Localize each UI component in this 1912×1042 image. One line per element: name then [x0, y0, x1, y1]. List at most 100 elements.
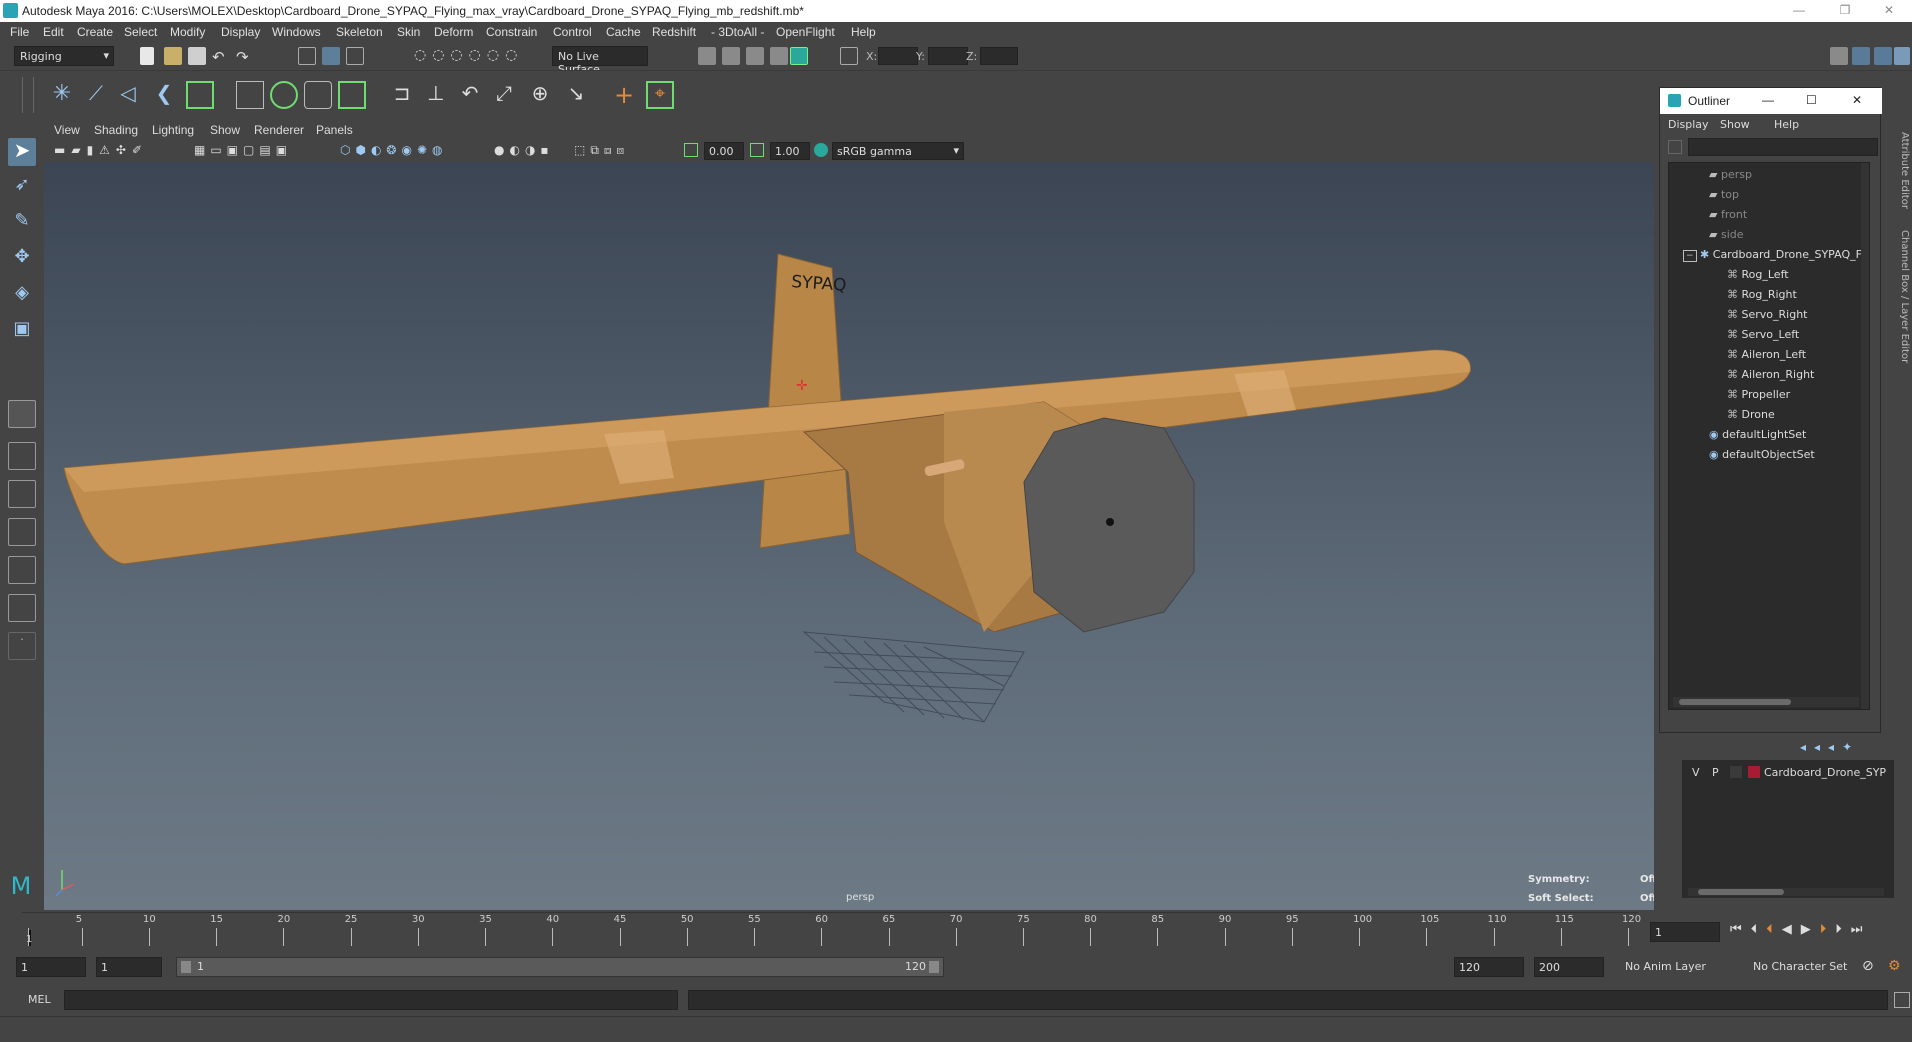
menu-display[interactable]: Display — [221, 25, 260, 39]
outliner-item-group[interactable]: − ✱ Cardboard_Drone_SYPAQ_F — [1683, 245, 1883, 265]
playback-start-field[interactable]: 1 — [96, 957, 162, 977]
outliner-item-default-light-set[interactable]: ◉ defaultLightSet — [1709, 425, 1909, 445]
outliner-maximize-button[interactable]: ☐ — [1806, 93, 1817, 107]
vp-menu-renderer[interactable]: Renderer — [254, 123, 304, 137]
redo-icon[interactable]: ↷ — [236, 48, 249, 66]
layer-row[interactable]: V P Cardboard_Drone_SYP — [1686, 764, 1892, 782]
aim-constraint-icon[interactable]: ⊕ — [526, 81, 554, 109]
perspective-viewport[interactable]: SYPAQ ✛ persp Symmetry: Off Soft Select:… — [44, 162, 1654, 910]
step-forward-key-icon[interactable]: ⏵ — [1820, 922, 1836, 937]
outliner-item-side[interactable]: ▰ side — [1709, 225, 1909, 245]
exposure-field[interactable]: 0.00 — [704, 142, 744, 160]
character-set-dropdown[interactable]: No Character Set — [1748, 957, 1868, 977]
step-back-icon[interactable]: ⏴ — [1751, 922, 1767, 937]
ipr-render-icon[interactable] — [722, 47, 740, 65]
rotate-tool-icon[interactable]: ◈ — [8, 282, 36, 310]
go-to-start-icon[interactable]: ⏮ — [1730, 922, 1751, 937]
persp-outliner-layout-icon[interactable] — [8, 480, 36, 508]
outliner-close-button[interactable]: ✕ — [1852, 93, 1862, 107]
lattice-icon[interactable] — [236, 81, 264, 109]
attribute-editor-toggle-icon[interactable] — [1852, 47, 1870, 65]
select-tool-icon[interactable]: ➤ — [8, 138, 36, 166]
attribute-editor-tab[interactable]: Attribute Editor — [1899, 132, 1910, 209]
scale-constraint-icon[interactable]: ⤢ — [490, 81, 518, 109]
tool-settings-toggle-icon[interactable] — [1874, 47, 1892, 65]
render-settings-icon[interactable] — [746, 47, 764, 65]
pole-vector-icon[interactable]: ↘ — [562, 81, 590, 109]
wrap-deformer-icon[interactable] — [304, 81, 332, 109]
ik-spline-icon[interactable]: ◁ — [114, 81, 142, 109]
menu-openflight[interactable]: OpenFlight — [776, 25, 835, 39]
outliner-hscrollbar[interactable] — [1673, 697, 1859, 707]
parent-constraint-icon[interactable]: ⊐ — [388, 81, 416, 109]
channel-box-toggle-icon[interactable] — [1894, 47, 1910, 65]
select-hierarchy-icon[interactable] — [298, 47, 316, 65]
menu-cache[interactable]: Cache — [606, 25, 641, 39]
script-language-label[interactable]: MEL — [28, 993, 51, 1006]
color-space-dropdown[interactable]: sRGB gamma ▾ — [832, 142, 964, 160]
layer-playback-toggle[interactable]: P — [1712, 766, 1719, 779]
gamma-icon[interactable] — [750, 143, 764, 157]
save-scene-icon[interactable] — [188, 47, 206, 65]
outliner-item-rog-right[interactable]: ⌘ Rog_Right — [1727, 285, 1912, 305]
scale-tool-icon[interactable]: ▣ — [8, 318, 36, 346]
transform-mode-icon[interactable] — [840, 47, 858, 65]
live-surface-field[interactable]: No Live Surface — [552, 46, 648, 76]
select-object-icon[interactable] — [322, 47, 340, 65]
step-back-key-icon[interactable]: ⏴ — [1766, 922, 1782, 937]
range-slider-start-handle[interactable] — [181, 961, 191, 973]
single-perspective-layout-icon[interactable] — [8, 400, 36, 428]
menu-redshift[interactable]: Redshift — [652, 25, 696, 39]
exposure-icon[interactable] — [684, 143, 698, 157]
point-constraint-icon[interactable]: ⊥ — [422, 81, 450, 109]
minimize-button[interactable]: — — [1776, 0, 1822, 22]
outliner-minimize-button[interactable]: — — [1762, 93, 1774, 107]
shading-mode-icons[interactable]: ⬡⬢◐❂◉✺◍ — [340, 143, 447, 157]
x-input[interactable] — [878, 47, 918, 65]
go-to-end-icon[interactable]: ⏭ — [1851, 922, 1872, 937]
anim-prefs-icon[interactable]: ⚙ — [1888, 958, 1901, 974]
playback-end-field[interactable]: 120 — [1454, 957, 1524, 977]
y-input[interactable] — [928, 47, 968, 65]
play-forward-icon[interactable]: ▶ — [1801, 922, 1820, 937]
outliner-layout-icon[interactable] — [8, 594, 36, 622]
close-button[interactable]: ✕ — [1866, 0, 1912, 22]
paint-select-icon[interactable]: ✎ — [8, 210, 36, 238]
new-scene-icon[interactable] — [140, 47, 154, 65]
bind-skin-icon[interactable] — [186, 81, 214, 109]
vp-menu-shading[interactable]: Shading — [94, 123, 138, 137]
outliner-menu-show[interactable]: Show — [1720, 118, 1750, 131]
menu-edit[interactable]: Edit — [43, 25, 64, 39]
vp-menu-show[interactable]: Show — [210, 123, 240, 137]
vp-menu-panels[interactable]: Panels — [316, 123, 353, 137]
outliner-vscrollbar[interactable] — [1861, 163, 1869, 709]
four-view-layout-icon[interactable] — [8, 442, 36, 470]
channel-box-tab[interactable]: Channel Box / Layer Editor — [1899, 230, 1910, 363]
time-slider[interactable]: 1 5 10 15 20 25 30 35 40 45 50 55 60 65 70 75 80 85 90 95 10… — [22, 912, 1641, 948]
layer-visibility-toggle[interactable]: V — [1692, 766, 1700, 779]
undo-icon[interactable]: ↶ — [212, 48, 225, 66]
color-management-icon[interactable] — [814, 143, 828, 157]
menu-control[interactable]: Control — [553, 25, 592, 39]
outliner-menu-display[interactable]: Display — [1668, 118, 1709, 131]
outliner-search-input[interactable] — [1688, 138, 1878, 156]
modeling-toolkit-icon[interactable] — [1830, 47, 1848, 65]
shelf-handle[interactable] — [22, 77, 34, 113]
layer-color-swatch[interactable] — [1748, 766, 1760, 778]
move-tool-icon[interactable]: ✥ — [8, 246, 36, 274]
snap-icons[interactable]: ◌◌◌◌◌◌ — [414, 47, 523, 63]
lasso-tool-icon[interactable]: ➶ — [8, 174, 36, 202]
command-input[interactable] — [64, 990, 678, 1010]
outliner-item-propeller[interactable]: ⌘ Propeller — [1727, 385, 1912, 405]
outliner-item-rog-left[interactable]: ⌘ Rog_Left — [1727, 265, 1912, 285]
camera-tools-icons[interactable]: ▬▰▮⚠✣✐ — [54, 143, 148, 157]
outliner-item-servo-right[interactable]: ⌘ Servo_Right — [1727, 305, 1912, 325]
gamma-field[interactable]: 1.00 — [770, 142, 810, 160]
outliner-filter-icon[interactable] — [1668, 140, 1682, 154]
menu-skin[interactable]: Skin — [397, 25, 420, 39]
cluster-icon[interactable] — [270, 81, 298, 109]
vp-menu-lighting[interactable]: Lighting — [152, 123, 194, 137]
menu-help[interactable]: Help — [851, 25, 876, 39]
layer-name[interactable]: Cardboard_Drone_SYP — [1764, 766, 1886, 779]
select-component-icon[interactable] — [346, 47, 364, 65]
